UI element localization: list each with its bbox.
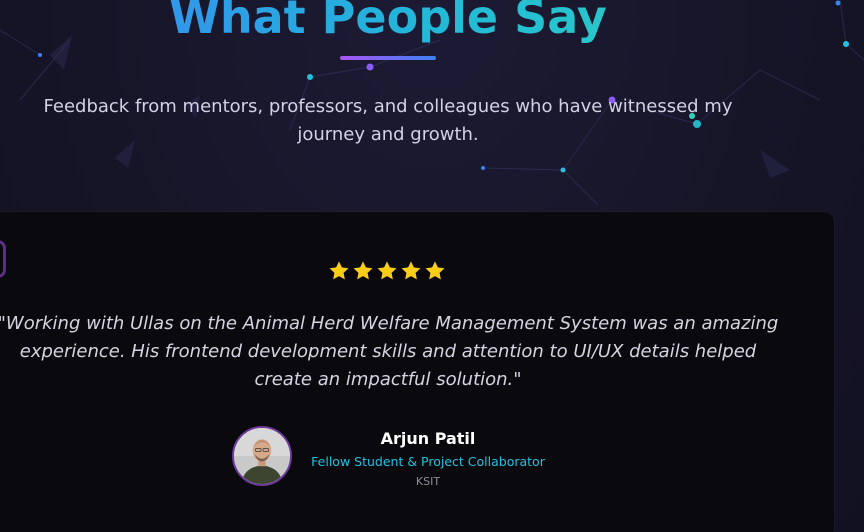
star-icon xyxy=(329,261,349,280)
star-icon xyxy=(377,261,397,280)
author-name: Arjun Patil xyxy=(380,429,476,448)
author-organization: KSIT xyxy=(415,475,441,488)
quote-icon xyxy=(0,240,6,278)
testimonials-section: What People Say Feedback from mentors, p… xyxy=(0,0,864,532)
title-underline xyxy=(340,56,436,60)
section-title: What People Say xyxy=(0,0,776,48)
star-icon xyxy=(425,261,445,280)
testimonial-author: Arjun Patil Fellow Student & Project Col… xyxy=(304,428,552,490)
author-role: Fellow Student & Project Collaborator xyxy=(311,454,545,469)
testimonial-quote: "Working with Ullas on the Animal Herd W… xyxy=(0,313,779,390)
star-icon xyxy=(353,261,373,280)
avatar-photo xyxy=(234,428,290,484)
star-rating xyxy=(328,259,446,285)
avatar xyxy=(232,426,292,486)
star-icon xyxy=(401,261,421,280)
section-subtitle: Feedback from mentors, professors, and c… xyxy=(43,96,733,145)
